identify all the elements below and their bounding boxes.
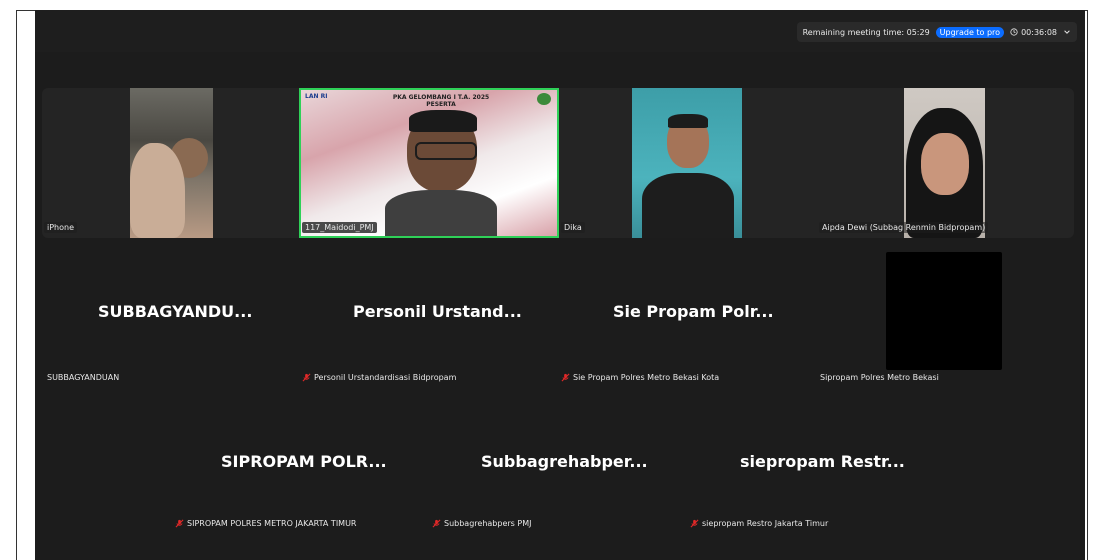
participant-tile-name: SIPROPAM POLR... [221, 452, 387, 471]
video-tile-dewi[interactable]: Aipda Dewi (Subbag Renmin Bidpropam) [817, 88, 1074, 238]
mic-muted-icon [302, 373, 311, 382]
participant-label-text: Sie Propam Polres Metro Bekasi Kota [573, 373, 720, 382]
blank-video [886, 252, 1002, 370]
upgrade-button[interactable]: Upgrade to pro [935, 26, 1005, 38]
banner-subtitle: PESERTA [426, 101, 456, 108]
participant-label[interactable]: Sie Propam Polres Metro Bekasi Kota [561, 373, 719, 382]
participant-label[interactable]: Subbagrehabpers PMJ [432, 519, 531, 528]
chevron-down-icon[interactable] [1063, 28, 1071, 36]
mic-muted-icon [432, 519, 441, 528]
participant-tile-name: Personil Urstand... [353, 302, 522, 321]
remaining-time-label: Remaining meeting time: 05:29 [802, 27, 930, 37]
participant-tile-name: SUBBAGYANDU... [98, 302, 253, 321]
participant-video: LAN RI PKA GELOMBANG I T.A. 2025 PESERTA [299, 88, 559, 238]
participant-label-text: Personil Urstandardisasi Bidpropam [314, 373, 457, 382]
participant-name: Aipda Dewi (Subbag Renmin Bidpropam) [819, 222, 989, 233]
mic-muted-icon [175, 519, 184, 528]
participant-tile-name: Subbagrehabper... [481, 452, 648, 471]
banner-title: PKA GELOMBANG I T.A. 2025 [392, 94, 490, 101]
elapsed-time: 00:36:08 [1021, 27, 1057, 37]
meeting-app: Remaining meeting time: 05:29 Upgrade to… [35, 10, 1085, 560]
participant-label[interactable]: Personil Urstandardisasi Bidpropam [302, 373, 456, 382]
participant-name: Dika [561, 222, 585, 233]
mic-muted-icon [561, 373, 570, 382]
participant-label[interactable]: Sipropam Polres Metro Bekasi [820, 373, 939, 382]
emblem-icon [537, 93, 551, 105]
participant-label[interactable]: siepropam Restro Jakarta Timur [690, 519, 828, 528]
participant-label[interactable]: SIPROPAM POLRES METRO JAKARTA TIMUR [175, 519, 357, 528]
elapsed-timer: 00:36:08 [1010, 28, 1057, 37]
participant-label-text: siepropam Restro Jakarta Timur [702, 519, 829, 528]
participant-video [632, 88, 742, 238]
participant-label-text: Sipropam Polres Metro Bekasi [820, 373, 939, 382]
participant-tile-name: Sie Propam Polr... [613, 302, 774, 321]
participant-tile-name: siepropam Restr... [740, 452, 905, 471]
banner-logo: LAN RI [305, 93, 328, 100]
participant-name: iPhone [44, 222, 78, 233]
participant-label-text: Subbagrehabpers PMJ [444, 519, 532, 528]
meeting-timer[interactable]: Remaining meeting time: 05:29 Upgrade to… [796, 22, 1077, 42]
clock-icon [1010, 28, 1018, 36]
participant-label-text: SIPROPAM POLRES METRO JAKARTA TIMUR [187, 519, 357, 528]
participant-label-text: SUBBAGYANDUAN [47, 373, 120, 382]
mic-muted-icon [690, 519, 699, 528]
participant-video [130, 88, 213, 238]
video-tile-iphone[interactable]: iPhone [42, 88, 292, 238]
participant-label[interactable]: SUBBAGYANDUAN [47, 373, 119, 382]
participant-video [904, 88, 985, 238]
top-bar: Remaining meeting time: 05:29 Upgrade to… [35, 10, 1085, 52]
video-tile-dika[interactable]: Dika [559, 88, 815, 238]
participant-name: 117_Maidodi_PMJ [302, 222, 377, 233]
video-tile-active-speaker[interactable]: LAN RI PKA GELOMBANG I T.A. 2025 PESERTA… [299, 88, 559, 238]
